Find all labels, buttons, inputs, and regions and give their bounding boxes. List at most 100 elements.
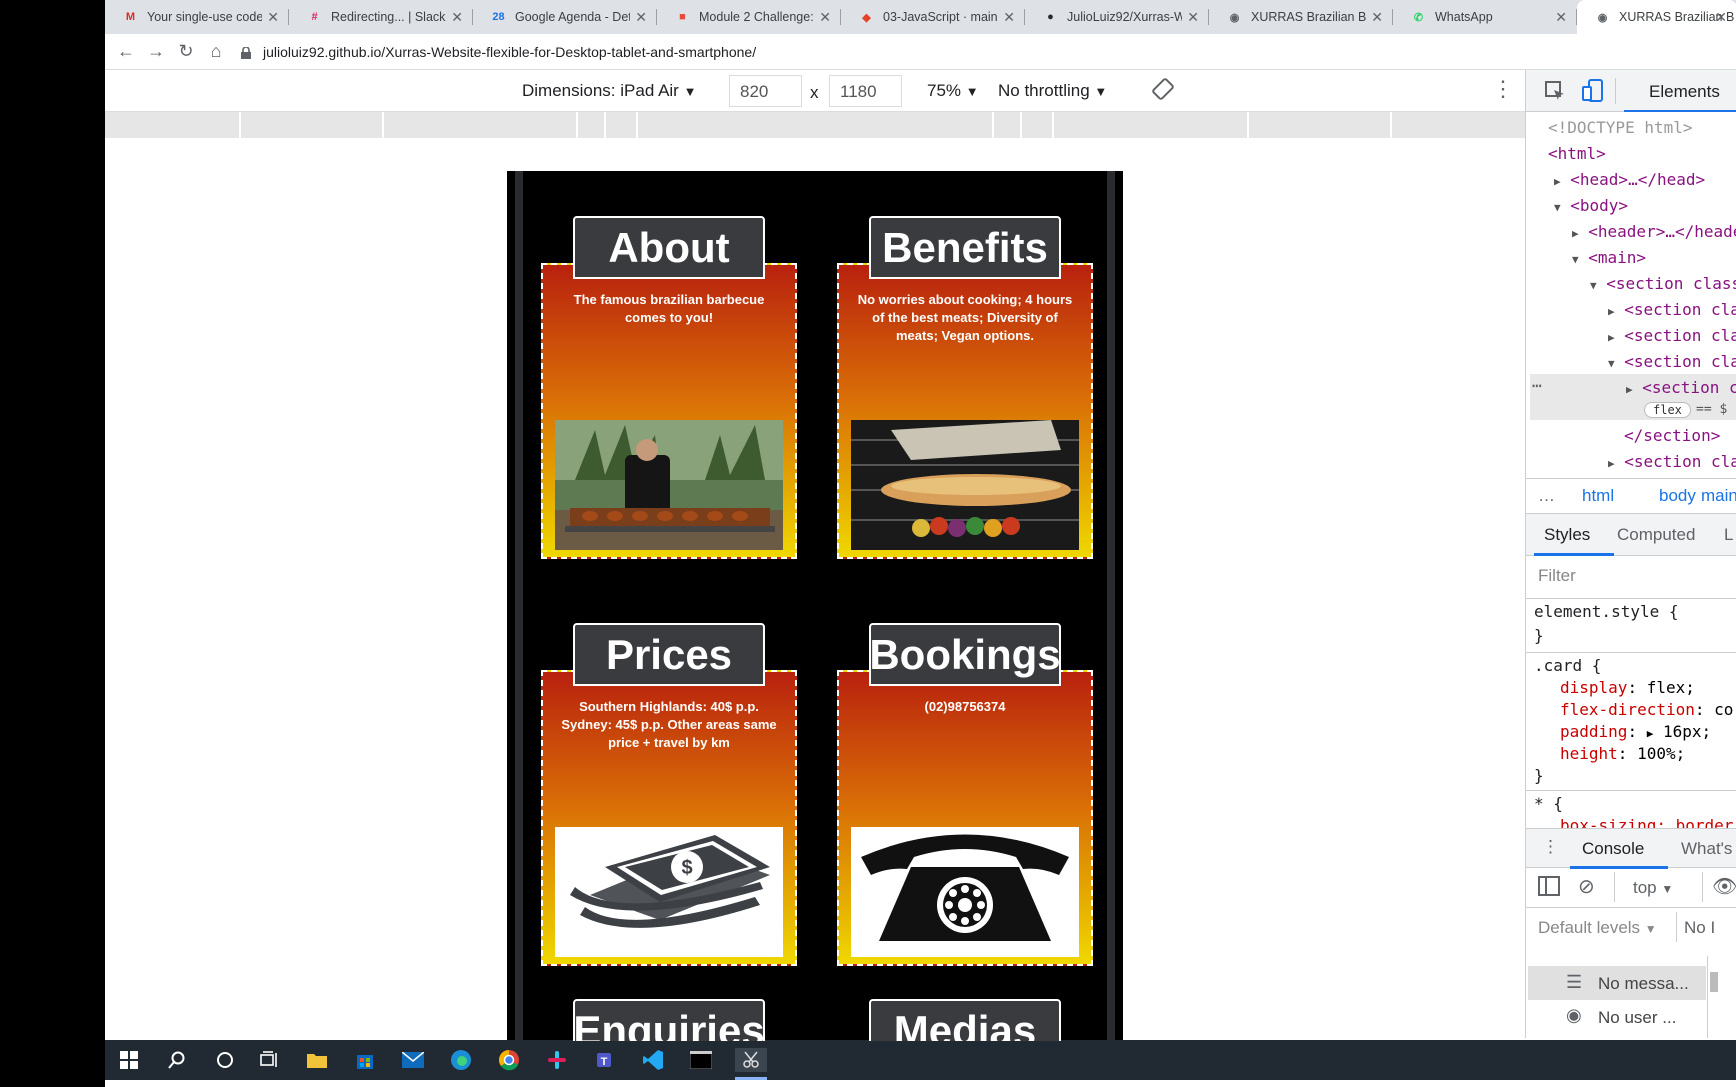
- close-icon[interactable]: ✕: [1187, 9, 1199, 26]
- chrome-icon[interactable]: [497, 1048, 521, 1072]
- device-toggle-icon[interactable]: [1582, 79, 1604, 108]
- dom-node[interactable]: ▼ <section cla: [1608, 352, 1736, 371]
- dom-node[interactable]: ▶ <section cla: [1608, 300, 1736, 319]
- context-select[interactable]: top ▼: [1633, 878, 1673, 898]
- browser-tab[interactable]: ● JulioLuiz92/Xurras-W ✕: [1025, 0, 1209, 34]
- close-icon[interactable]: ✕: [1371, 9, 1383, 26]
- teams-icon[interactable]: T: [593, 1048, 617, 1072]
- sidebar-toggle-icon[interactable]: [1538, 876, 1560, 901]
- lock-icon: [241, 45, 251, 59]
- back-icon[interactable]: ←: [111, 37, 141, 67]
- close-icon[interactable]: ✕: [1715, 9, 1727, 26]
- close-icon[interactable]: ✕: [635, 9, 647, 26]
- css-prop[interactable]: display: flex;: [1560, 678, 1695, 697]
- reload-icon[interactable]: ↻: [171, 37, 201, 67]
- browser-tab[interactable]: ✆ WhatsApp ✕: [1393, 0, 1577, 34]
- slack-icon[interactable]: [545, 1048, 569, 1072]
- clear-console-icon[interactable]: ⊘: [1578, 874, 1595, 899]
- dom-node[interactable]: ▶ <section cla: [1608, 452, 1736, 471]
- store-icon[interactable]: [353, 1048, 377, 1072]
- tab-layout[interactable]: L: [1724, 525, 1733, 545]
- github-icon: ●: [1047, 11, 1054, 23]
- terminal-icon[interactable]: [689, 1048, 713, 1072]
- scrollbar[interactable]: [1709, 958, 1719, 1034]
- node-menu-icon[interactable]: ⋯: [1532, 376, 1542, 395]
- browser-tab[interactable]: # Redirecting... | Slack ✕: [289, 0, 473, 34]
- flex-badge[interactable]: flex: [1644, 402, 1691, 418]
- sidebar-item-user-messages[interactable]: ◉ No user ...: [1528, 1000, 1706, 1034]
- inspect-icon[interactable]: [1544, 80, 1566, 107]
- zoom-select[interactable]: 75% ▼: [927, 81, 979, 101]
- browser-tab[interactable]: M Your single-use code ✕: [105, 0, 289, 34]
- mail-icon[interactable]: [401, 1048, 425, 1072]
- dollar-zero-hint: == $: [1696, 402, 1728, 417]
- card-rule-selector[interactable]: .card {: [1534, 656, 1601, 675]
- css-prop[interactable]: height: 100%;: [1560, 744, 1685, 763]
- tab-styles[interactable]: Styles: [1544, 525, 1590, 545]
- browser-tab[interactable]: ◉ XURRAS Brazilian Barb ✕: [1209, 0, 1393, 34]
- close-icon[interactable]: ✕: [451, 9, 463, 26]
- file-explorer-icon[interactable]: [305, 1048, 329, 1072]
- device-select[interactable]: Dimensions: iPad Air ▼: [522, 81, 696, 101]
- levels-select[interactable]: Default levels ▼: [1538, 918, 1657, 938]
- sidebar-item-messages[interactable]: ☰ No messa...: [1528, 966, 1706, 1000]
- css-prop[interactable]: padding: ▶ 16px;: [1560, 722, 1711, 741]
- tab-computed[interactable]: Computed: [1617, 525, 1695, 545]
- dom-node[interactable]: ▶ <section cla: [1608, 326, 1736, 345]
- browser-tab[interactable]: ■ Module 2 Challenge: S ✕: [657, 0, 841, 34]
- media-query-ruler[interactable]: [105, 112, 1525, 138]
- money-icon: $: [555, 827, 783, 957]
- breadcrumb-item[interactable]: html: [1582, 486, 1614, 506]
- edge-icon[interactable]: [449, 1048, 473, 1072]
- dom-node[interactable]: </section>: [1624, 426, 1720, 445]
- dom-node[interactable]: ▼ <section class: [1590, 274, 1736, 293]
- vscode-icon[interactable]: [641, 1048, 665, 1072]
- url-field[interactable]: julioluiz92.github.io/Xurras-Website-fle…: [241, 44, 756, 60]
- css-prop[interactable]: flex-direction: co: [1560, 700, 1733, 719]
- snip-tool-icon[interactable]: [735, 1048, 767, 1072]
- globe-icon: ◉: [1229, 11, 1240, 24]
- tab-whats-new[interactable]: What's: [1681, 839, 1732, 859]
- dom-node-selected[interactable]: ▶ <section c: [1626, 378, 1736, 397]
- forward-icon[interactable]: →: [141, 37, 171, 67]
- dom-node[interactable]: <!DOCTYPE html>: [1548, 118, 1693, 137]
- issues-counter[interactable]: No I: [1684, 918, 1715, 938]
- home-icon[interactable]: ⌂: [201, 37, 231, 67]
- eye-icon[interactable]: 👁: [1712, 874, 1736, 899]
- dom-node[interactable]: ▶ <header>…</heade: [1572, 222, 1736, 241]
- elements-tab[interactable]: Elements: [1649, 82, 1720, 102]
- browser-tab[interactable]: ◆ 03-JavaScript · main · ✕: [841, 0, 1025, 34]
- close-icon[interactable]: ✕: [267, 9, 279, 26]
- drawer-menu-icon[interactable]: ⋮: [1542, 837, 1559, 857]
- browser-tab[interactable]: 28 Google Agenda - Deta ✕: [473, 0, 657, 34]
- tab-title: Google Agenda - Deta: [515, 10, 630, 24]
- breadcrumb-more[interactable]: …: [1538, 486, 1555, 506]
- tab-title: XURRAS Brazilian Barb: [1251, 10, 1366, 24]
- breadcrumb-item[interactable]: body: [1659, 486, 1696, 506]
- user-icon: ◉: [1566, 1005, 1582, 1025]
- styles-filter-input[interactable]: Filter: [1538, 566, 1576, 586]
- search-icon[interactable]: [165, 1048, 189, 1072]
- dom-node[interactable]: ▶ <head>…</head>: [1554, 170, 1705, 189]
- tab-console[interactable]: Console: [1582, 839, 1644, 859]
- more-options-icon[interactable]: ⋮: [1492, 76, 1514, 102]
- close-icon[interactable]: ✕: [1555, 9, 1567, 26]
- css-prop[interactable]: box-sizing: border: [1560, 816, 1733, 828]
- browser-tab[interactable]: ◉XURRAS Brazilian Barb✕: [1577, 0, 1736, 34]
- css-prop-name: flex-direction: [1560, 700, 1695, 719]
- throttling-select[interactable]: No throttling ▼: [998, 81, 1107, 101]
- rotate-icon[interactable]: [1152, 78, 1174, 105]
- dom-node[interactable]: ▼ <main>: [1572, 248, 1646, 267]
- element-style-rule[interactable]: element.style {: [1534, 602, 1679, 621]
- breadcrumb-item[interactable]: main: [1701, 486, 1736, 506]
- universal-rule-selector[interactable]: * {: [1534, 794, 1563, 813]
- width-input[interactable]: 820: [729, 75, 802, 107]
- close-icon[interactable]: ✕: [819, 9, 831, 26]
- cortana-icon[interactable]: [213, 1048, 237, 1072]
- height-input[interactable]: 1180: [829, 75, 902, 107]
- windows-start-icon[interactable]: [117, 1048, 141, 1072]
- dom-node[interactable]: ▼ <body>: [1554, 196, 1628, 215]
- task-view-icon[interactable]: [258, 1048, 282, 1072]
- dom-node[interactable]: <html>: [1548, 144, 1606, 163]
- close-icon[interactable]: ✕: [1003, 9, 1015, 26]
